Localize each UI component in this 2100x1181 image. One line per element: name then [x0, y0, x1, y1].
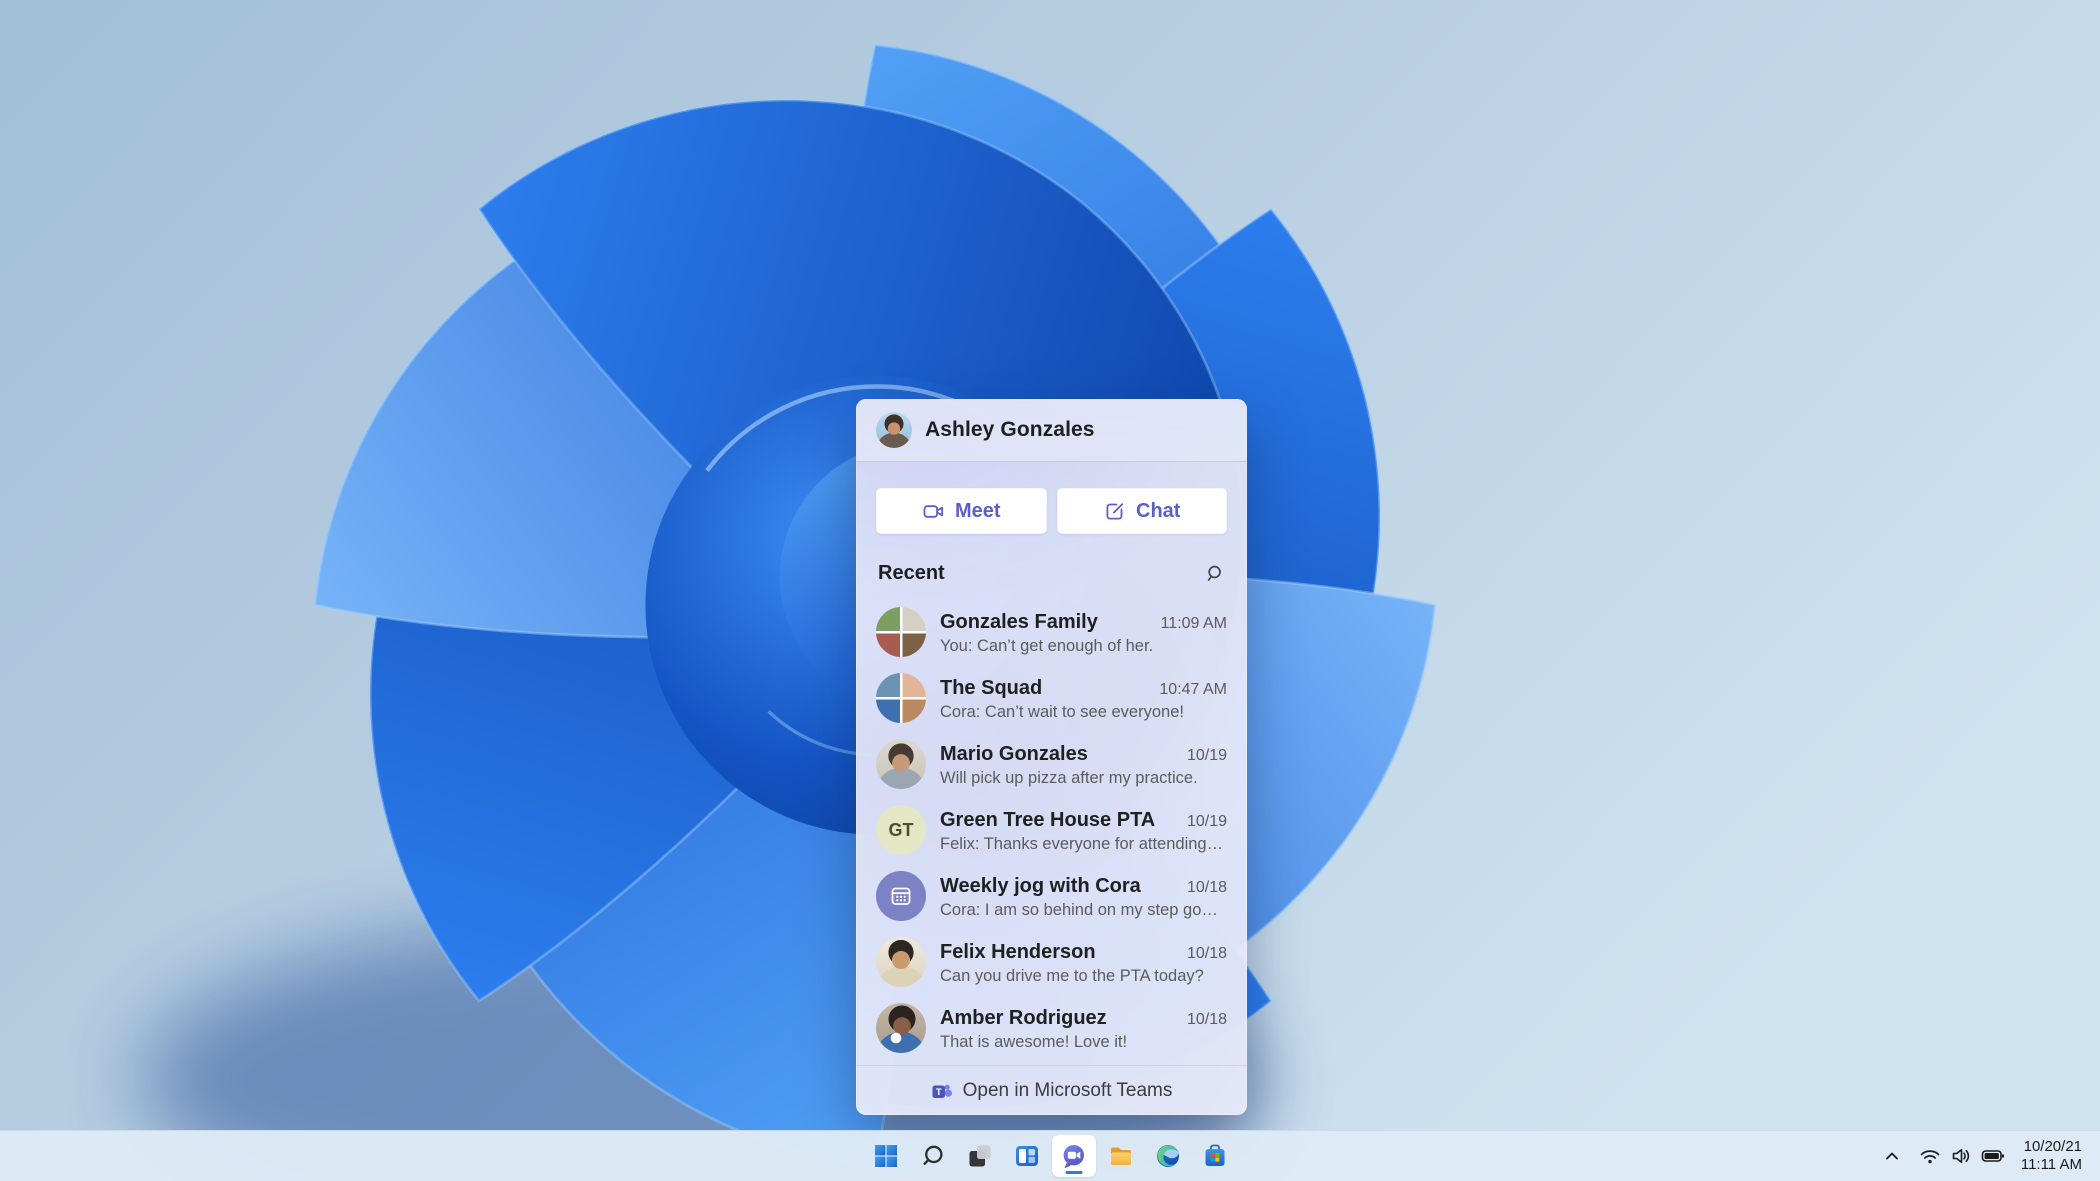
conversation-time: 11:09 AM — [1160, 614, 1227, 632]
avatar — [876, 1003, 926, 1053]
meet-label: Meet — [954, 499, 1001, 522]
conversation-name: Gonzales Family — [940, 610, 1098, 633]
conversation-name: Green Tree House PTA — [940, 808, 1156, 831]
windows-desktop: { "teams_flyout": { "user": { "name": "A… — [0, 0, 2100, 1181]
avatar — [876, 412, 912, 448]
conversation-name: Amber Rodriguez — [940, 1006, 1107, 1029]
taskbar-icons — [862, 1134, 1238, 1178]
chat-button-taskbar[interactable] — [1051, 1135, 1096, 1177]
conversation-row-gonzales-family[interactable]: Gonzales Family 11:09 AM You: Can’t get … — [856, 599, 1247, 665]
conversation-time: 10/19 — [1186, 746, 1227, 764]
conversation-name: Mario Gonzales — [940, 742, 1088, 765]
search-icon[interactable] — [1206, 564, 1225, 583]
avatar — [876, 739, 926, 789]
conversation-name: The Squad — [940, 676, 1043, 699]
group-avatar — [876, 673, 926, 723]
video-camera-icon — [922, 500, 945, 523]
conversation-time: 10/18 — [1186, 944, 1227, 962]
conversation-preview: Cora: Can’t wait to see everyone! — [940, 702, 1184, 721]
conversation-preview: Cora: I am so behind on my step goals. — [940, 900, 1227, 919]
conversation-preview: Can you drive me to the PTA today? — [940, 966, 1204, 985]
recent-title: Recent — [878, 562, 945, 584]
tray-chevron-icon[interactable] — [1877, 1140, 1907, 1172]
battery-icon — [1981, 1146, 2005, 1166]
conversation-row-felix-henderson[interactable]: Felix Henderson 10/18 Can you drive me t… — [856, 929, 1247, 995]
wifi-icon — [1919, 1146, 1941, 1166]
active-indicator — [1065, 1170, 1082, 1174]
chat-button[interactable]: Chat — [1056, 488, 1227, 534]
avatar — [876, 937, 926, 987]
microsoft-store-button[interactable] — [1191, 1134, 1238, 1178]
conversation-row-the-squad[interactable]: The Squad 10:47 AM Cora: Can’t wait to s… — [856, 665, 1247, 731]
start-button[interactable] — [862, 1134, 909, 1178]
recent-header: Recent — [856, 562, 1247, 585]
tray-status-icons[interactable] — [1913, 1140, 2011, 1172]
conversation-row-amber-rodriguez[interactable]: Amber Rodriguez 10/18 That is awesome! L… — [856, 995, 1247, 1061]
initials-avatar: GT — [876, 805, 926, 855]
compose-icon — [1103, 500, 1126, 523]
conversation-name: Felix Henderson — [940, 940, 1096, 963]
conversation-preview: Will pick up pizza after my practice. — [940, 768, 1198, 787]
conversation-preview: You: Can’t get enough of her. — [940, 636, 1154, 655]
conversation-time: 10:47 AM — [1159, 680, 1227, 698]
user-name: Ashley Gonzales — [925, 418, 1095, 441]
conversation-row-mario-gonzales[interactable]: Mario Gonzales 10/19 Will pick up pizza … — [856, 731, 1247, 797]
group-avatar — [876, 607, 926, 657]
widgets-button[interactable] — [1003, 1134, 1050, 1178]
system-tray: 10/20/21 11:11 AM — [1877, 1131, 2100, 1181]
conversation-preview: That is awesome! Love it! — [940, 1032, 1128, 1051]
taskbar-clock[interactable]: 10/20/21 11:11 AM — [2017, 1134, 2086, 1178]
meet-button[interactable]: Meet — [876, 488, 1047, 534]
conversation-row-green-tree-house-pta[interactable]: GT Green Tree House PTA 10/19 Felix: Tha… — [856, 797, 1247, 863]
tray-time: 11:11 AM — [2020, 1156, 2082, 1173]
conversation-row-weekly-jog[interactable]: Weekly jog with Cora 10/18 Cora: I am so… — [856, 863, 1247, 929]
calendar-icon — [876, 871, 926, 921]
search-button[interactable] — [909, 1134, 956, 1178]
tray-date: 10/20/21 — [2023, 1138, 2082, 1155]
open-in-teams-label: Open in Microsoft Teams — [962, 1079, 1173, 1101]
chat-label: Chat — [1136, 499, 1181, 522]
conversation-time: 10/18 — [1186, 878, 1227, 896]
conversation-time: 10/19 — [1186, 812, 1227, 830]
open-in-teams-button[interactable]: T Open in Microsoft Teams — [856, 1065, 1247, 1115]
conversation-preview: Felix: Thanks everyone for attending tod… — [940, 834, 1227, 853]
conversation-list: Gonzales Family 11:09 AM You: Can’t get … — [856, 599, 1247, 1061]
quick-actions: Meet Chat — [856, 488, 1247, 534]
conversation-name: Weekly jog with Cora — [940, 874, 1141, 897]
edge-button[interactable] — [1144, 1134, 1191, 1178]
volume-icon — [1950, 1146, 1972, 1166]
teams-chat-flyout: Ashley Gonzales Meet Chat Recent Gonzale… — [856, 399, 1247, 1115]
teams-logo-icon: T — [931, 1080, 953, 1102]
conversation-time: 10/18 — [1186, 1010, 1227, 1028]
file-explorer-button[interactable] — [1097, 1134, 1144, 1178]
svg-text:T: T — [935, 1087, 941, 1098]
task-view-button[interactable] — [956, 1134, 1003, 1178]
flyout-header: Ashley Gonzales — [856, 399, 1247, 462]
taskbar: 10/20/21 11:11 AM — [0, 1130, 2100, 1181]
